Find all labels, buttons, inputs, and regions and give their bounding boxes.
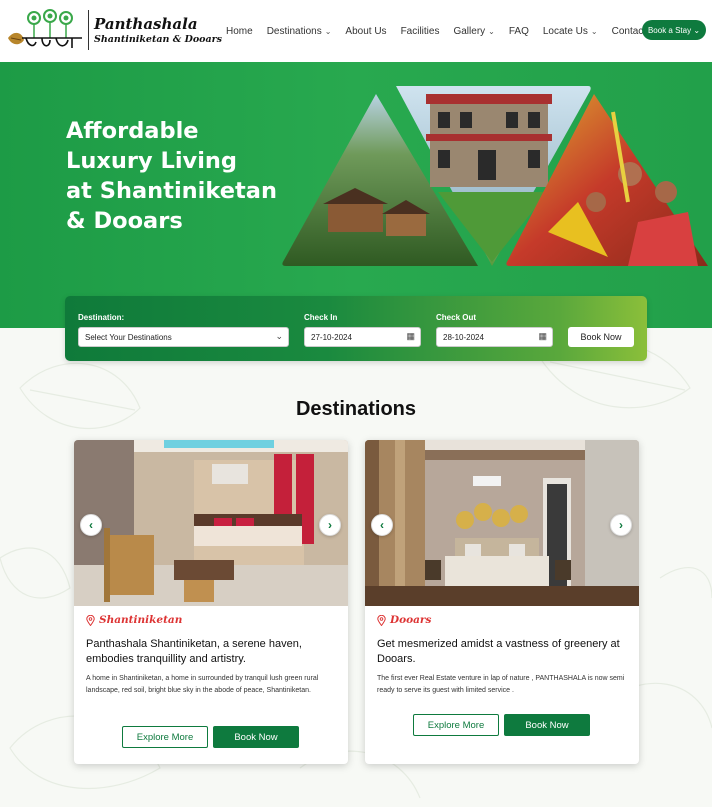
book-now-button[interactable]: Book Now xyxy=(504,714,590,736)
hero-banner: Affordable Luxury Living at Shantiniketa… xyxy=(0,62,712,328)
book-now-button[interactable]: Book Now xyxy=(213,726,299,748)
card-location: Shantiniketan xyxy=(86,614,182,626)
chevron-down-icon: ⌄ xyxy=(590,26,598,36)
chevron-left-icon: ‹ xyxy=(380,518,384,532)
chevron-right-icon: › xyxy=(328,518,332,532)
bedroom-image xyxy=(365,440,639,606)
card-description: A home in Shantiniketan, a home in surro… xyxy=(86,675,319,694)
nav-about-us[interactable]: About Us xyxy=(345,26,386,37)
hero-title: Affordable Luxury Living at Shantiniketa… xyxy=(66,118,277,234)
card-location-name: Shantiniketan xyxy=(99,614,183,626)
card-heading: Panthashala Shantiniketan, a serene have… xyxy=(86,638,302,665)
chevron-down-icon: ⌄ xyxy=(275,331,283,341)
card-heading: Get mesmerized amidst a vastness of gree… xyxy=(377,638,620,665)
location-pin-icon xyxy=(377,614,386,626)
nav-destinations[interactable]: Destinations ⌄ xyxy=(267,26,332,37)
main-nav: Home Destinations ⌄ About Us Facilities G… xyxy=(226,0,675,62)
booking-form: Destination: Select Your Destinations ⌄ … xyxy=(65,296,647,361)
nav-home[interactable]: Home xyxy=(226,26,253,37)
card-location-name: Dooars xyxy=(390,614,432,626)
brand-subtitle: Shantiniketan & Dooars xyxy=(94,33,223,45)
book-now-submit-button[interactable]: Book Now xyxy=(568,327,634,347)
destination-card-shantiniketan: ‹ › Shantiniketan Panthashala Shantinike… xyxy=(74,440,348,764)
card-description: The first ever Real Estate venture in la… xyxy=(377,675,625,694)
room-photo-dooars: ‹ › xyxy=(365,440,639,606)
nav-facilities[interactable]: Facilities xyxy=(401,26,440,37)
chevron-down-icon: ⌄ xyxy=(488,26,495,36)
destination-card-dooars: ‹ › Dooars Get mesmerized amidst a vastn… xyxy=(365,440,639,764)
bedroom-image xyxy=(74,440,348,606)
site-header: Panthashala Shantiniketan & Dooars Home … xyxy=(0,0,712,62)
destination-label: Destination: xyxy=(78,313,125,322)
carousel-prev-button[interactable]: ‹ xyxy=(371,514,393,536)
cottage-shape xyxy=(328,202,383,232)
chevron-right-icon: › xyxy=(619,518,623,532)
destinations-heading: Destinations xyxy=(295,398,417,420)
nav-locate-us[interactable]: Locate Us ⌄ xyxy=(543,26,598,37)
destination-select[interactable]: Select Your Destinations ⌄ xyxy=(78,327,289,347)
brand-name: Panthashala xyxy=(94,14,198,33)
explore-more-button[interactable]: Explore More xyxy=(122,726,208,748)
checkout-label: Check Out xyxy=(436,313,477,322)
card-location: Dooars xyxy=(377,614,431,626)
logo-emblem-icon xyxy=(8,9,82,48)
checkin-date-input[interactable]: 27-10-2024 ▦ xyxy=(304,327,421,347)
chevron-down-icon: ⌄ xyxy=(324,26,332,36)
explore-more-button[interactable]: Explore More xyxy=(413,714,499,736)
calendar-icon[interactable]: ▦ xyxy=(538,331,547,342)
brand-logo[interactable]: Panthashala Shantiniketan & Dooars xyxy=(6,6,222,54)
carousel-next-button[interactable]: › xyxy=(319,514,341,536)
book-a-stay-button[interactable]: Book a Stay ⌄ xyxy=(642,20,706,40)
checkout-date-input[interactable]: 28-10-2024 ▦ xyxy=(436,327,553,347)
chevron-left-icon: ‹ xyxy=(89,518,93,532)
room-photo-shantiniketan: ‹ › xyxy=(74,440,348,606)
carousel-prev-button[interactable]: ‹ xyxy=(80,514,102,536)
hero-triangle-photos xyxy=(282,86,708,266)
calendar-icon[interactable]: ▦ xyxy=(406,331,415,342)
location-pin-icon xyxy=(86,614,95,626)
checkin-label: Check In xyxy=(304,313,338,322)
nav-gallery[interactable]: Gallery ⌄ xyxy=(453,26,494,37)
nav-faq[interactable]: FAQ xyxy=(509,26,529,37)
chevron-down-icon: ⌄ xyxy=(693,25,701,35)
carousel-next-button[interactable]: › xyxy=(610,514,632,536)
